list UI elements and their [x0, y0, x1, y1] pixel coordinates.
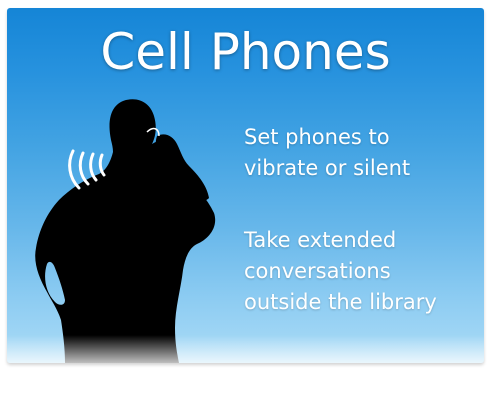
wave-1 — [68, 149, 81, 190]
message-vibrate: Set phones to vibrate or silent — [244, 122, 484, 184]
message-line: Set phones to — [244, 125, 390, 149]
message-line: Take extended — [244, 228, 397, 252]
message-conversations: Take extended conversations outside the … — [244, 225, 484, 318]
cell-phone-sign: Cell Phones Set phones to vibrate or sil… — [7, 8, 484, 363]
message-line: vibrate or silent — [244, 156, 411, 180]
wave-4 — [98, 153, 106, 177]
page: Cell Phones Set phones to vibrate or sil… — [0, 0, 500, 400]
figure-silhouette — [35, 99, 216, 363]
message-line: conversations — [244, 259, 391, 283]
sign-title: Cell Phones — [100, 23, 391, 81]
message-line: outside the library — [244, 290, 437, 314]
bottom-fade — [7, 335, 484, 363]
wave-2 — [78, 151, 90, 186]
